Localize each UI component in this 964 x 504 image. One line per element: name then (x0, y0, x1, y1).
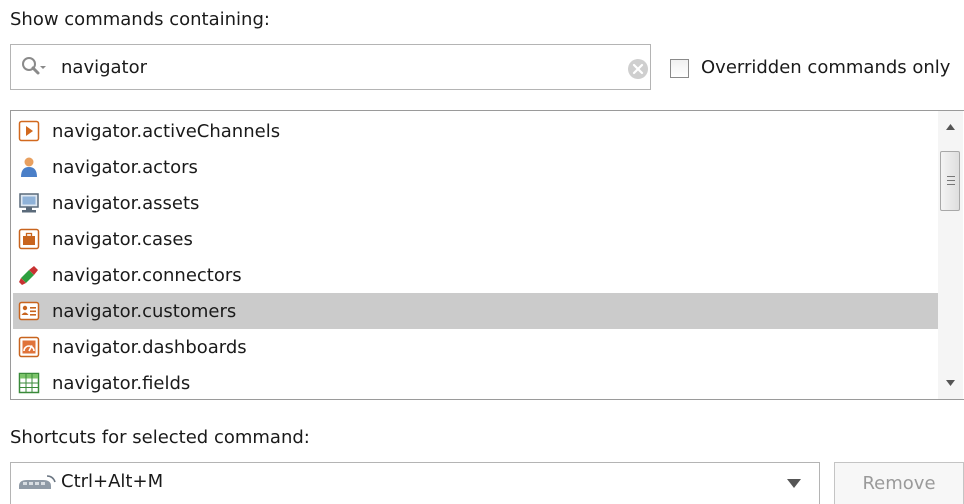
list-item[interactable]: navigator.dashboards (13, 329, 938, 365)
command-label: navigator.actors (52, 156, 198, 178)
list-item-selected[interactable]: navigator.customers (13, 293, 938, 329)
overridden-only-label: Overridden commands only (701, 57, 951, 78)
shortcut-dropdown[interactable]: Ctrl+Alt+M (10, 462, 820, 504)
search-input[interactable] (61, 54, 601, 80)
remove-button[interactable]: Remove (834, 462, 964, 504)
scrollbar-thumb[interactable] (940, 151, 960, 211)
list-scrollbar[interactable] (938, 111, 963, 399)
person-icon (21, 157, 37, 177)
list-item[interactable]: navigator.connectors (13, 257, 938, 293)
scroll-up-icon[interactable] (945, 123, 956, 131)
command-label: navigator.connectors (52, 264, 242, 286)
table-grid-icon (18, 372, 40, 394)
command-label: navigator.activeChannels (52, 120, 281, 142)
command-label: navigator.assets (52, 192, 200, 214)
dashboard-icon (18, 336, 40, 358)
list-item[interactable]: navigator.fields (13, 365, 938, 399)
computer-icon (19, 193, 39, 213)
list-item[interactable]: navigator.cases (13, 221, 938, 257)
command-label: navigator.fields (52, 372, 191, 394)
keyboard-shortcut-icon (19, 475, 56, 489)
play-channel-icon (18, 120, 40, 142)
chevron-down-icon[interactable] (787, 479, 801, 488)
shortcuts-label: Shortcuts for selected command: (10, 427, 310, 448)
clear-search-icon[interactable] (627, 58, 649, 80)
contact-card-icon (18, 301, 40, 321)
briefcase-icon (18, 228, 40, 250)
commands-list[interactable]: navigator.activeChannels navigator.actor… (10, 110, 964, 400)
list-item[interactable]: navigator.activeChannels (13, 113, 938, 149)
list-item[interactable]: navigator.actors (13, 149, 938, 185)
connector-plug-icon (19, 266, 38, 285)
list-item[interactable]: navigator.assets (13, 185, 938, 221)
overridden-only-checkbox[interactable] (670, 58, 689, 78)
scroll-down-icon[interactable] (945, 379, 956, 387)
command-label: navigator.customers (52, 300, 237, 322)
search-icon[interactable] (21, 56, 47, 78)
command-label: navigator.dashboards (52, 336, 247, 358)
filter-label: Show commands containing: (10, 9, 270, 30)
command-search-field[interactable] (10, 44, 651, 90)
command-label: navigator.cases (52, 228, 193, 250)
shortcut-value: Ctrl+Alt+M (61, 471, 164, 492)
overridden-only-option[interactable]: Overridden commands only (670, 56, 950, 80)
